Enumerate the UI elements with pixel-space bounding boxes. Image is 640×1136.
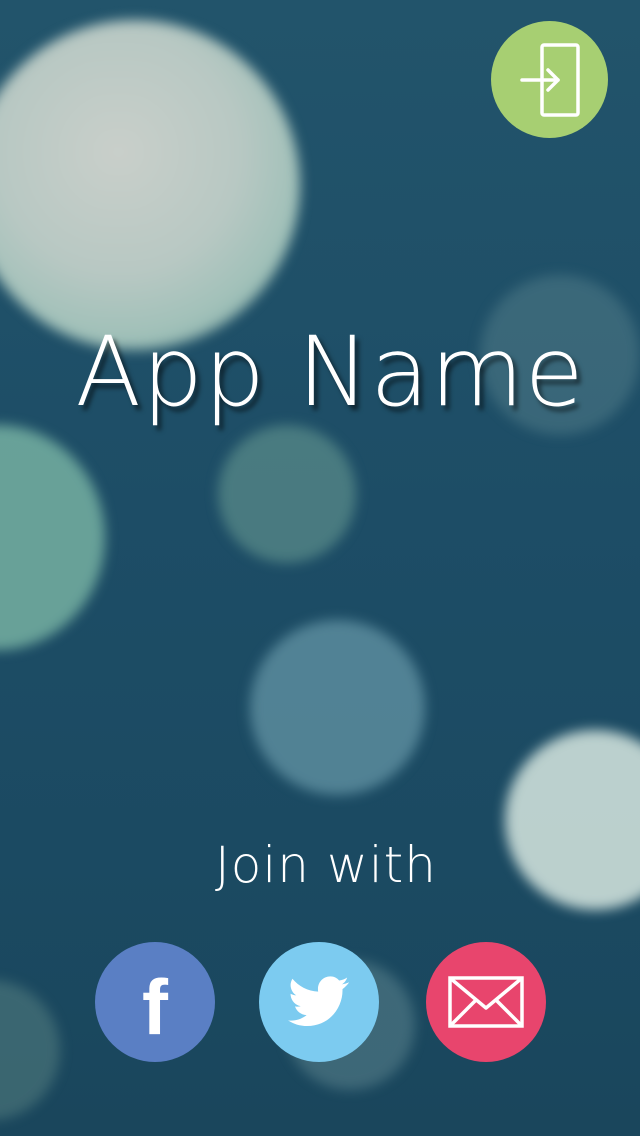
email-login-button[interactable] (426, 942, 546, 1062)
bokeh-light (0, 425, 105, 650)
bokeh-light (250, 620, 425, 795)
facebook-icon: f (142, 963, 168, 1051)
join-with-label: Join with (215, 836, 437, 894)
bokeh-light (0, 20, 300, 350)
sign-in-button[interactable] (491, 21, 608, 138)
twitter-bird-icon (288, 976, 349, 1027)
bokeh-light (218, 425, 356, 563)
twitter-login-button[interactable] (259, 942, 379, 1062)
social-login-row: f (0, 942, 640, 1062)
envelope-icon (448, 976, 524, 1028)
splash-screen: App Name Join with f (0, 0, 640, 1136)
sign-in-icon (519, 42, 580, 117)
app-title: App Name (75, 316, 585, 428)
facebook-login-button[interactable]: f (95, 942, 215, 1062)
